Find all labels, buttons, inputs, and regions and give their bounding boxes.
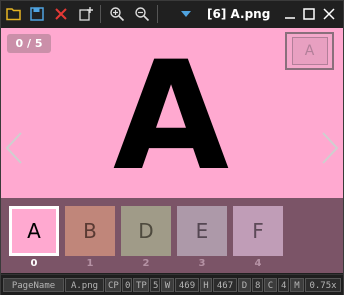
toolbar: [6] A.png — [1, 1, 343, 29]
zoom-in-icon[interactable] — [107, 4, 127, 24]
zoom-out-icon[interactable] — [132, 4, 152, 24]
new-window-icon[interactable] — [76, 4, 96, 24]
page-counter: 0 / 5 — [7, 34, 51, 53]
thumbnail-index: 0 — [30, 258, 38, 269]
dropdown-arrow-icon[interactable] — [176, 4, 196, 24]
magnification-value: 0.75x — [305, 278, 341, 292]
previous-arrow-icon[interactable] — [5, 131, 23, 169]
magnification-label: M — [290, 278, 304, 292]
thumbnail-e[interactable]: E — [177, 206, 227, 256]
page-name-label: PageName — [3, 278, 64, 292]
page-name-value: A.png — [65, 278, 104, 292]
status-bar: PageName A.png CP 0 TP 5 W 469 H 467 D 8… — [1, 274, 343, 295]
height-value: 467 — [213, 278, 237, 292]
navigator-minimap[interactable]: A — [285, 32, 334, 70]
thumbnail-index: 3 — [198, 258, 206, 269]
thumbnail-strip: A 0 B 1 D 2 E 3 F 4 — [1, 198, 343, 273]
next-arrow-icon[interactable] — [321, 131, 339, 169]
thumbnail-a[interactable]: A — [9, 206, 59, 256]
window-close-icon[interactable] — [319, 4, 339, 24]
thumbnail-index: 4 — [254, 258, 262, 269]
cp-value: 0 — [122, 278, 132, 292]
window-title: [6] A.png — [207, 7, 271, 21]
tp-value: 5 — [150, 278, 160, 292]
tp-label: TP — [133, 278, 149, 292]
displayed-image-letter: A — [112, 30, 230, 198]
image-viewport[interactable]: 0 / 5 A A — [1, 28, 343, 198]
depth-value: 8 — [252, 278, 263, 292]
width-label: W — [161, 278, 174, 292]
minimize-icon[interactable] — [280, 4, 300, 24]
toolbar-separator — [157, 5, 158, 23]
maximize-icon[interactable] — [299, 4, 319, 24]
thumbnail-f[interactable]: F — [233, 206, 283, 256]
thumbnail-index: 2 — [142, 258, 150, 269]
channels-value: 4 — [278, 278, 289, 292]
minimap-letter: A — [291, 37, 328, 65]
thumbnail-d[interactable]: D — [121, 206, 171, 256]
channels-label: C — [264, 278, 277, 292]
close-x-icon[interactable] — [51, 4, 71, 24]
thumbnail-index: 1 — [86, 258, 94, 269]
cp-label: CP — [105, 278, 121, 292]
image-viewer-window: [6] A.png 0 / 5 A A A 0 B 1 D 2 E 3 F 4 … — [0, 0, 344, 295]
folder-open-icon[interactable] — [4, 4, 24, 24]
toolbar-separator — [100, 5, 101, 23]
width-value: 469 — [175, 278, 199, 292]
height-label: H — [200, 278, 212, 292]
save-icon[interactable] — [27, 4, 47, 24]
depth-label: D — [238, 278, 251, 292]
thumbnail-b[interactable]: B — [65, 206, 115, 256]
